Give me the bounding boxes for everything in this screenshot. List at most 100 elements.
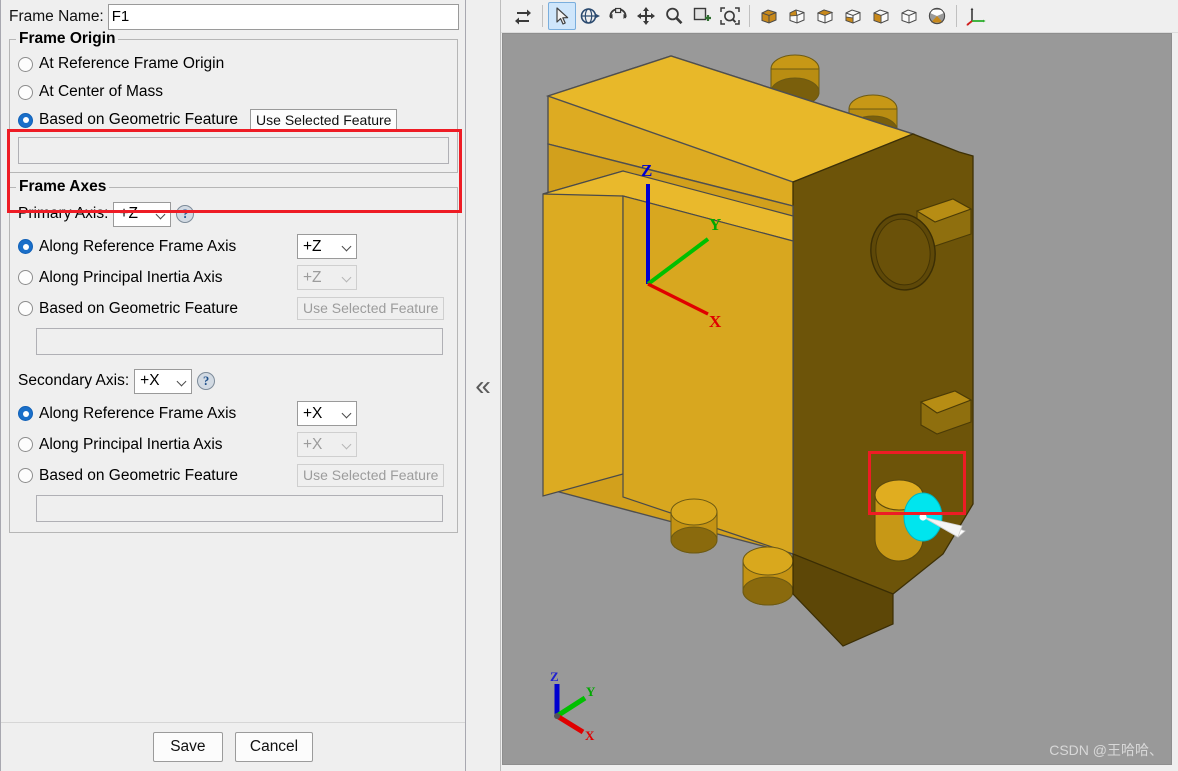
primary-use-selected-feature-button: Use Selected Feature bbox=[297, 297, 445, 320]
save-button[interactable]: Save bbox=[152, 732, 223, 762]
axis-separator bbox=[18, 355, 449, 365]
primary-option-principal-inertia[interactable]: Along Principal Inertia Axis +Z bbox=[18, 262, 449, 293]
viewer-area: Z Y X Z Y X CSDN @王哈哈、 bbox=[500, 0, 1178, 771]
swap-arrows-icon[interactable] bbox=[509, 2, 537, 30]
origin-option-reference-frame-label: At Reference Frame Origin bbox=[39, 55, 225, 72]
zoom-icon[interactable] bbox=[660, 2, 688, 30]
secondary-option-principal-inertia[interactable]: Along Principal Inertia Axis +X bbox=[18, 429, 449, 460]
cancel-button[interactable]: Cancel bbox=[234, 732, 314, 762]
radio-origin-center-of-mass[interactable] bbox=[18, 84, 33, 100]
primary-feature-field[interactable] bbox=[36, 328, 443, 355]
secondary-axis-combo[interactable]: +X bbox=[134, 368, 193, 394]
radio-origin-geometric-feature[interactable] bbox=[18, 112, 33, 128]
secondary-use-selected-feature-button: Use Selected Feature bbox=[297, 464, 445, 487]
primary-option-reference-frame-label: Along Reference Frame Axis bbox=[39, 237, 237, 255]
corner-triad-x-label: X bbox=[585, 728, 595, 743]
model-front-block-side bbox=[542, 170, 624, 497]
view-top-icon[interactable] bbox=[811, 2, 839, 30]
origin-feature-field[interactable] bbox=[18, 137, 449, 164]
primary-axis-help-icon[interactable]: ? bbox=[176, 205, 195, 223]
panel-splitter[interactable]: « bbox=[466, 0, 500, 771]
chevron-down-icon bbox=[343, 409, 352, 418]
pan-view-icon[interactable] bbox=[632, 2, 660, 30]
corner-triad-y-label: Y bbox=[586, 684, 596, 699]
select-arrow-icon[interactable] bbox=[548, 2, 576, 30]
primary-axis-help-glyph: ? bbox=[182, 207, 189, 221]
primary-axis-combo[interactable]: +Z bbox=[113, 201, 172, 227]
toolbar-separator bbox=[542, 5, 543, 27]
origin-option-center-of-mass[interactable]: At Center of Mass bbox=[18, 78, 449, 106]
coordinate-axes-icon[interactable] bbox=[962, 2, 990, 30]
secondary-axis-combo-value: +X bbox=[140, 372, 160, 389]
primary-option-geometric-feature[interactable]: Based on Geometric Feature Use Selected … bbox=[18, 293, 449, 324]
secondary-option-reference-frame[interactable]: Along Reference Frame Axis +X bbox=[18, 398, 449, 429]
origin-use-selected-feature-button[interactable]: Use Selected Feature bbox=[250, 108, 398, 132]
viewport-corner-triad: Z Y X bbox=[550, 670, 596, 743]
view-iso-icon[interactable] bbox=[755, 2, 783, 30]
frame-origin-group: Frame Origin At Reference Frame Origin A… bbox=[9, 30, 458, 173]
application-window: Frame Name: Frame Origin At Reference Fr… bbox=[0, 0, 1178, 771]
frame-name-row: Frame Name: bbox=[1, 0, 465, 33]
primary-axis-row: Primary Axis: +Z ? bbox=[18, 199, 449, 229]
radio-primary-principal-inertia[interactable] bbox=[18, 270, 33, 285]
chevron-down-icon bbox=[343, 440, 352, 449]
chevron-down-icon bbox=[157, 210, 166, 219]
secondary-feature-field[interactable] bbox=[36, 495, 443, 522]
view-shaded-icon[interactable] bbox=[923, 2, 951, 30]
chevron-down-icon bbox=[343, 242, 352, 251]
frame-name-input[interactable] bbox=[107, 4, 459, 30]
origin-option-geometric-feature-label: Based on Geometric Feature bbox=[39, 111, 239, 128]
collapse-panel-handle[interactable]: « bbox=[466, 0, 500, 771]
primary-option-reference-frame[interactable]: Along Reference Frame Axis +Z bbox=[18, 231, 449, 262]
primary-option-principal-inertia-label: Along Principal Inertia Axis bbox=[39, 268, 223, 286]
radio-secondary-geometric-feature[interactable] bbox=[18, 468, 33, 483]
primary-axis-options: Along Reference Frame Axis +Z Along Prin… bbox=[18, 231, 449, 355]
chevron-down-icon bbox=[178, 377, 187, 386]
3d-model-render: Z Y X bbox=[542, 54, 974, 647]
origin-option-reference-frame[interactable]: At Reference Frame Origin bbox=[18, 50, 449, 78]
secondary-axis-label: Secondary Axis: bbox=[18, 372, 130, 389]
frame-axes-legend: Frame Axes bbox=[16, 178, 110, 196]
secondary-principal-inertia-combo-value: +X bbox=[303, 435, 323, 453]
zoom-fit-icon[interactable] bbox=[716, 2, 744, 30]
origin-triad-z-label: Z bbox=[641, 161, 652, 180]
primary-axis-combo-value: +Z bbox=[119, 205, 138, 222]
secondary-option-geometric-feature[interactable]: Based on Geometric Feature Use Selected … bbox=[18, 460, 449, 491]
radio-secondary-principal-inertia[interactable] bbox=[18, 437, 33, 452]
secondary-reference-frame-combo[interactable]: +X bbox=[297, 401, 357, 426]
frame-properties-panel: Frame Name: Frame Origin At Reference Fr… bbox=[0, 0, 466, 771]
frame-axes-group: Frame Axes Primary Axis: +Z ? Along Refe… bbox=[9, 178, 458, 533]
view-front-icon[interactable] bbox=[783, 2, 811, 30]
primary-reference-frame-combo-value: +Z bbox=[303, 237, 322, 255]
secondary-axis-help-glyph: ? bbox=[203, 374, 210, 388]
primary-option-geometric-feature-label: Based on Geometric Feature bbox=[39, 299, 239, 317]
view-bottom-icon[interactable] bbox=[839, 2, 867, 30]
radio-primary-reference-frame[interactable] bbox=[18, 239, 33, 254]
primary-axis-label: Primary Axis: bbox=[18, 205, 109, 222]
radio-origin-reference-frame[interactable] bbox=[18, 56, 33, 72]
radio-secondary-reference-frame[interactable] bbox=[18, 406, 33, 421]
toolbar-separator bbox=[956, 5, 957, 27]
3d-viewport[interactable]: Z Y X Z Y X CSDN @王哈哈、 bbox=[502, 33, 1172, 765]
dialog-button-bar: Save Cancel bbox=[1, 722, 465, 771]
model-foot-2 bbox=[742, 546, 794, 606]
origin-option-geometric-feature[interactable]: Based on Geometric Feature Use Selected … bbox=[18, 106, 449, 134]
spin-view-icon[interactable] bbox=[604, 2, 632, 30]
primary-principal-inertia-combo: +Z bbox=[297, 265, 357, 290]
primary-principal-inertia-combo-value: +Z bbox=[303, 268, 322, 286]
view-left-icon[interactable] bbox=[895, 2, 923, 30]
secondary-axis-options: Along Reference Frame Axis +X Along Prin… bbox=[18, 398, 449, 522]
radio-primary-geometric-feature[interactable] bbox=[18, 301, 33, 316]
origin-option-center-of-mass-label: At Center of Mass bbox=[39, 83, 164, 100]
secondary-option-principal-inertia-label: Along Principal Inertia Axis bbox=[39, 435, 223, 453]
view-right-icon[interactable] bbox=[867, 2, 895, 30]
model-foot-1 bbox=[670, 498, 718, 554]
secondary-axis-row: Secondary Axis: +X ? bbox=[18, 366, 449, 396]
primary-reference-frame-combo[interactable]: +Z bbox=[297, 234, 357, 259]
zoom-window-icon[interactable] bbox=[688, 2, 716, 30]
rotate-view-icon[interactable] bbox=[576, 2, 604, 30]
secondary-reference-frame-combo-value: +X bbox=[303, 404, 323, 422]
viewer-toolbar bbox=[501, 0, 1178, 33]
secondary-option-reference-frame-label: Along Reference Frame Axis bbox=[39, 404, 237, 422]
secondary-axis-help-icon[interactable]: ? bbox=[197, 372, 216, 390]
